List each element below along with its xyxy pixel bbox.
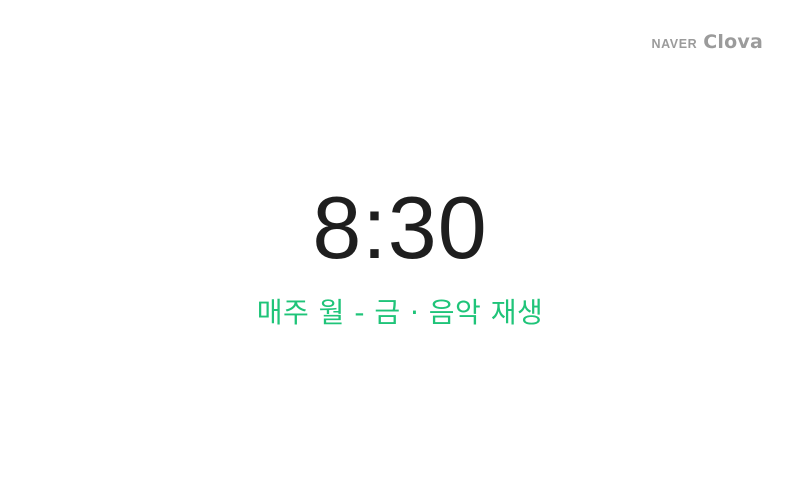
alarm-description: 매주 월 - 금 · 음악 재생	[256, 296, 544, 329]
brand-naver-text: NAVER	[651, 37, 698, 51]
alarm-time: 8:30	[312, 178, 488, 277]
brand-clova-text: Clova	[703, 31, 763, 53]
brand-logo: NAVER Clova	[651, 31, 763, 53]
alarm-screen: NAVER Clova 8:30 매주 월 - 금 · 음악 재생	[0, 0, 800, 500]
